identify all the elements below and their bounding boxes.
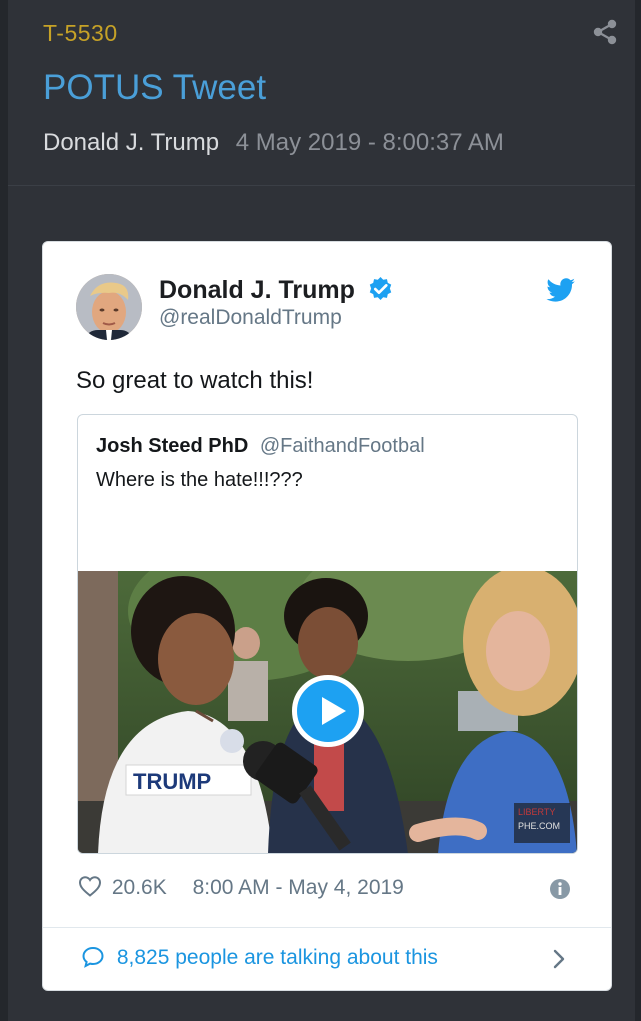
verified-badge-icon [369,277,392,300]
chevron-right-icon[interactable] [551,948,567,970]
tweet-meta: 20.6K 8:00 AM - May 4, 2019 [78,875,404,900]
quoted-author-name[interactable]: Josh Steed PhD [96,435,248,457]
speech-bubble-icon [82,946,104,968]
play-button[interactable] [292,675,364,747]
card-divider [43,927,611,928]
shirt-text: TRUMP [133,769,211,794]
info-icon[interactable] [549,878,571,900]
quoted-tweet[interactable]: Josh Steed PhD @FaithandFootbal Where is… [77,414,578,854]
right-rail [635,0,641,1021]
conversation-text: 8,825 people are talking about this [116,946,438,969]
quoted-text: Where is the hate!!!??? [96,469,303,491]
tweet-card: Donald J. Trump @realDonaldTrump So grea… [42,241,612,991]
post-author: Donald J. Trump [43,129,220,156]
video-watermark: LIBERTY [518,807,555,817]
post-id: T-5530 [43,20,118,46]
tweet-author-name-text: Donald J. Trump [159,276,355,304]
conversation-link[interactable]: 8,825 people are talking about this [81,945,438,970]
tweet-timestamp[interactable]: 8:00 AM - May 4, 2019 [193,876,404,899]
post-header: T-5530 POTUS Tweet Donald J. Trump 4 May… [8,0,635,186]
play-icon [322,697,346,725]
tweet-text: So great to watch this! [76,367,314,394]
twitter-bird-icon[interactable] [546,278,576,304]
avatar[interactable] [76,274,142,340]
video-thumbnail[interactable]: TRUMP LIBERTY PHE.COM [78,571,577,853]
video-watermark-sub: PHE.COM [518,821,560,831]
post-date: 4 May 2019 - 8:00:37 AM [235,129,504,156]
tweet-author-name[interactable]: Donald J. Trump [159,276,393,305]
share-icon[interactable] [591,18,619,46]
post-title[interactable]: POTUS Tweet [43,68,266,108]
tweet-author-handle[interactable]: @realDonaldTrump [159,306,342,330]
quoted-author-handle[interactable]: @FaithandFootbal [260,435,425,457]
heart-icon[interactable] [78,875,102,897]
author-line: Donald J. Trump 4 May 2019 - 8:00:37 AM [43,129,504,157]
quoted-header: Josh Steed PhD @FaithandFootbal [96,435,425,458]
like-count[interactable]: 20.6K [112,876,167,899]
left-rail [0,0,8,1021]
